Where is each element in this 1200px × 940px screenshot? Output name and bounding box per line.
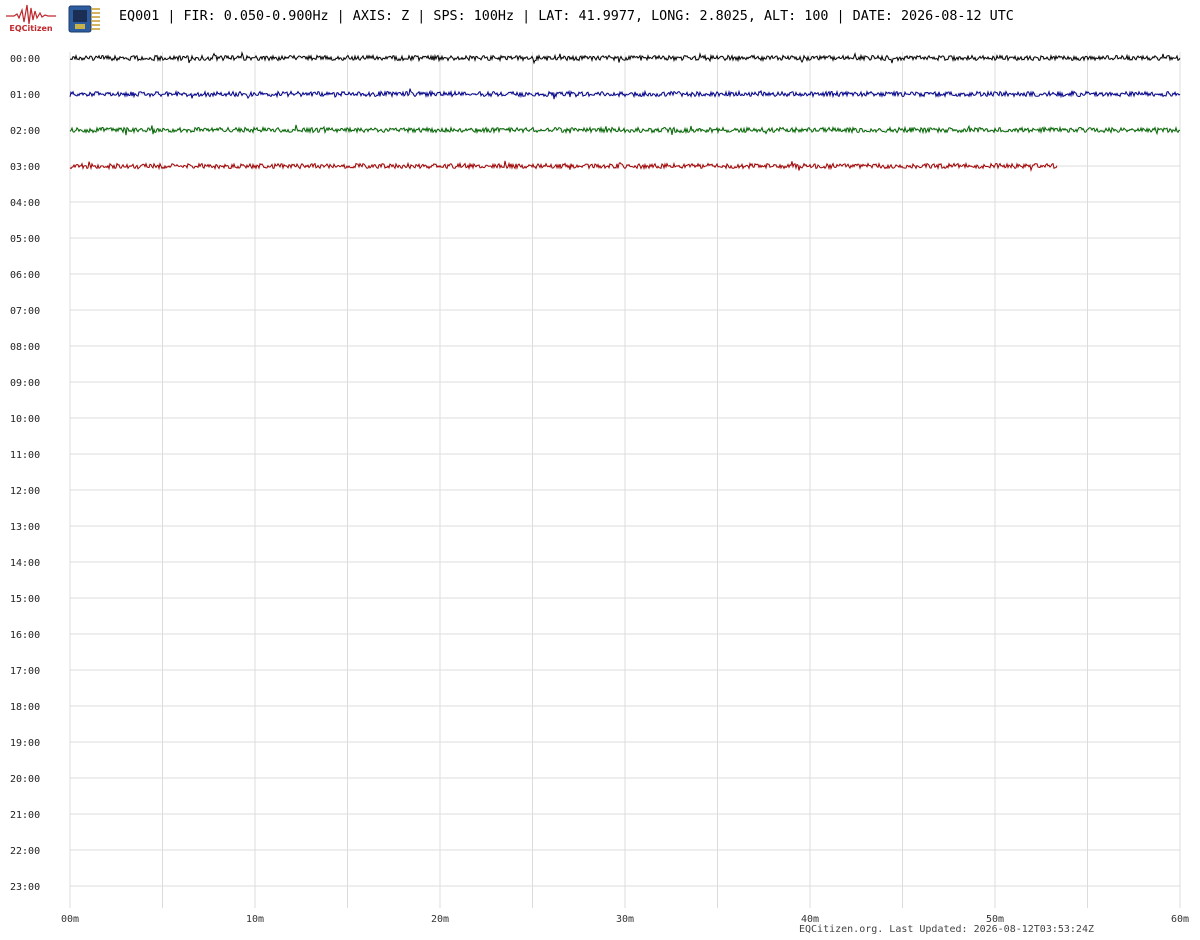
row-label: 04:00: [10, 198, 40, 209]
x-tick-label: 30m: [616, 914, 634, 925]
row-label: 14:00: [10, 558, 40, 569]
row-label: 11:00: [10, 450, 40, 461]
row-label: 10:00: [10, 414, 40, 425]
x-tick-label: 60m: [1171, 914, 1189, 925]
row-label: 05:00: [10, 234, 40, 245]
row-label: 08:00: [10, 342, 40, 353]
row-label: 17:00: [10, 666, 40, 677]
row-label: 07:00: [10, 306, 40, 317]
row-label: 03:00: [10, 162, 40, 173]
row-labels: 00:00 01:00 02:00 03:00 04:00 05:00 06:00 07:00…: [10, 54, 40, 893]
footer-last-updated: EQCitizen.org. Last Updated: 2026-08-12T…: [798, 924, 1094, 935]
row-label: 12:00: [10, 486, 40, 497]
x-tick-label: 00m: [61, 914, 79, 925]
row-label: 19:00: [10, 738, 40, 749]
row-label: 06:00: [10, 270, 40, 281]
row-label: 20:00: [10, 774, 40, 785]
row-label: 13:00: [10, 522, 40, 533]
row-label: 16:00: [10, 630, 40, 641]
row-label: 15:00: [10, 594, 40, 605]
chart-grid: [69, 52, 1181, 908]
row-label: 01:00: [10, 90, 40, 101]
row-label: 09:00: [10, 378, 40, 389]
row-label: 02:00: [10, 126, 40, 137]
x-tick-label: 10m: [246, 914, 264, 925]
row-label: 21:00: [10, 810, 40, 821]
row-label: 23:00: [10, 882, 40, 893]
x-tick-label: 20m: [431, 914, 449, 925]
helicorder-chart: 00:00 01:00 02:00 03:00 04:00 05:00 06:00 07:00…: [10, 51, 1189, 925]
row-label: 18:00: [10, 702, 40, 713]
row-label: 22:00: [10, 846, 40, 857]
row-label: 00:00: [10, 54, 40, 65]
